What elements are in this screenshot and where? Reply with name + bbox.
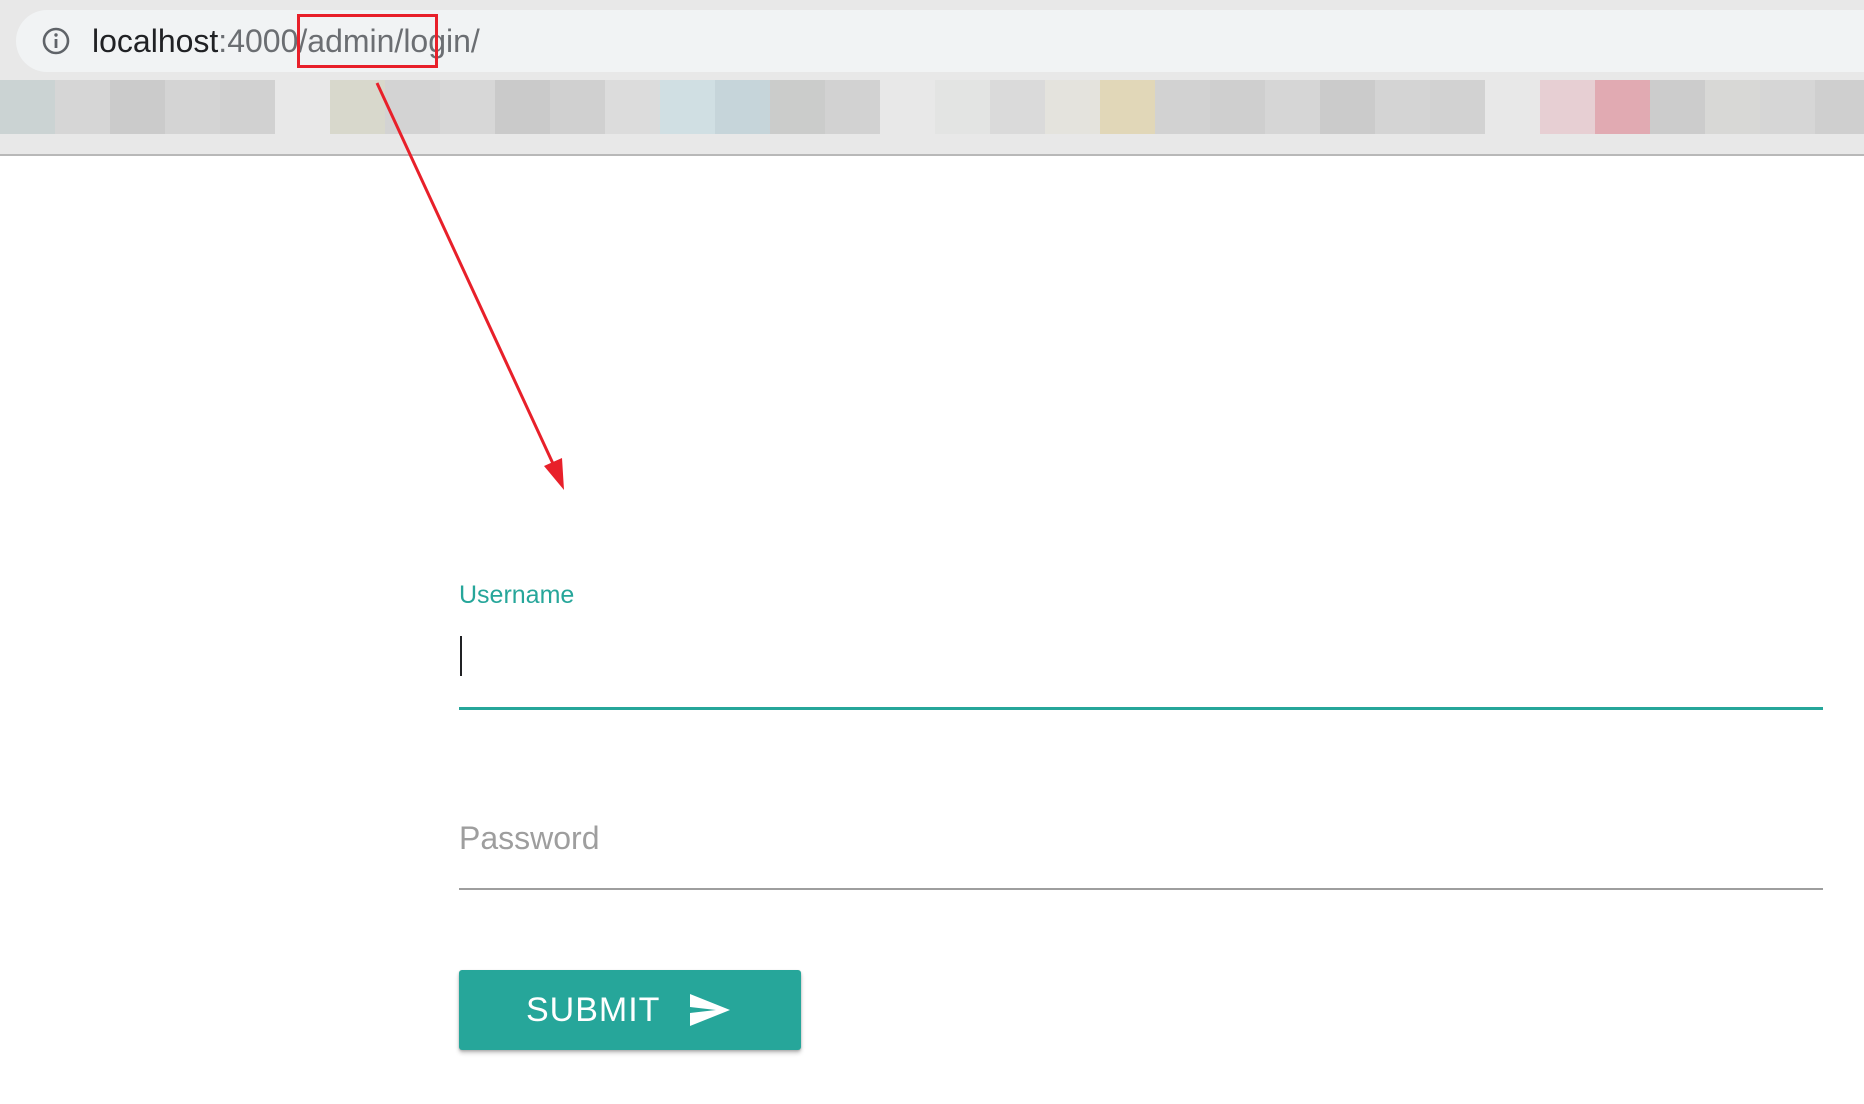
bookmark-item[interactable]: [1815, 80, 1864, 134]
text-caret: [460, 636, 462, 676]
username-input[interactable]: [459, 630, 1823, 678]
bookmark-item[interactable]: [990, 80, 1045, 134]
page: localhost:4000/admin/login/ Username Pas…: [0, 0, 1864, 1104]
url-host: localhost: [92, 23, 219, 59]
bookmark-item[interactable]: [0, 80, 55, 134]
bookmark-item[interactable]: [825, 80, 880, 134]
bookmark-item[interactable]: [1155, 80, 1210, 134]
bookmark-item[interactable]: [1100, 80, 1155, 134]
bookmark-item[interactable]: [110, 80, 165, 134]
submit-button[interactable]: SUBMIT: [459, 970, 801, 1050]
info-circle-icon[interactable]: [41, 26, 71, 56]
password-label: Password: [459, 820, 600, 856]
bookmark-item[interactable]: [1595, 80, 1650, 134]
bookmark-item[interactable]: [495, 80, 550, 134]
bookmark-item[interactable]: [1045, 80, 1100, 134]
bookmark-item[interactable]: [1265, 80, 1320, 134]
bookmark-item[interactable]: [770, 80, 825, 134]
bookmarks-bar: [0, 80, 1864, 134]
bookmark-item[interactable]: [1430, 80, 1485, 134]
bookmark-item[interactable]: [1320, 80, 1375, 134]
submit-button-label: SUBMIT: [526, 991, 661, 1029]
bookmark-item[interactable]: [440, 80, 495, 134]
username-underline: [459, 707, 1823, 710]
send-icon: [690, 994, 730, 1026]
bookmark-item[interactable]: [1650, 80, 1705, 134]
bookmark-item[interactable]: [1760, 80, 1815, 134]
username-label: Username: [459, 581, 575, 609]
bookmark-item[interactable]: [1210, 80, 1265, 134]
annotation-arrow: [375, 82, 564, 490]
bookmark-item[interactable]: [1705, 80, 1760, 134]
bookmark-item[interactable]: [715, 80, 770, 134]
bookmark-item[interactable]: [660, 80, 715, 134]
bookmark-item[interactable]: [220, 80, 275, 134]
bookmark-item[interactable]: [330, 80, 385, 134]
bookmark-item[interactable]: [165, 80, 220, 134]
bookmark-item[interactable]: [385, 80, 440, 134]
bookmark-item[interactable]: [1540, 80, 1595, 134]
bookmark-item[interactable]: [55, 80, 110, 134]
bookmark-item[interactable]: [550, 80, 605, 134]
bookmark-item[interactable]: [1375, 80, 1430, 134]
annotation-highlight-box: [297, 14, 438, 68]
address-bar[interactable]: localhost:4000/admin/login/: [16, 10, 1864, 72]
bookmark-item[interactable]: [935, 80, 990, 134]
password-input[interactable]: [459, 810, 1823, 866]
bookmark-item[interactable]: [605, 80, 660, 134]
password-underline: [459, 888, 1823, 890]
browser-toolbar: localhost:4000/admin/login/: [0, 0, 1864, 156]
